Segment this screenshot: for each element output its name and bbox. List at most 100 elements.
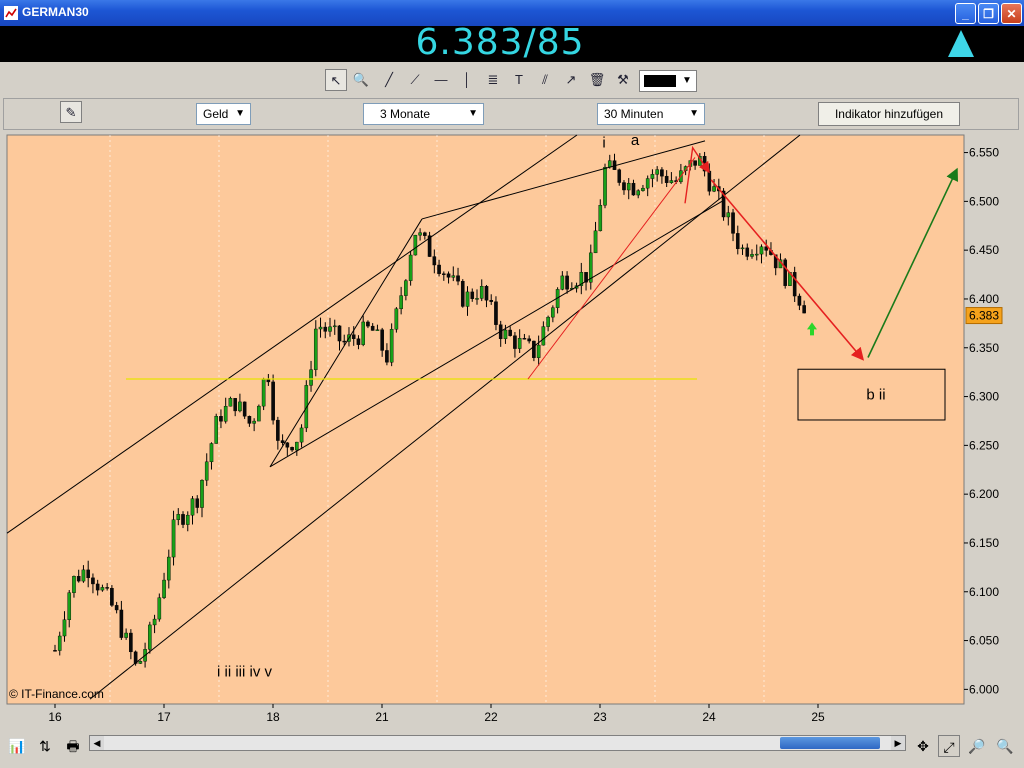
candle-body — [802, 305, 806, 314]
trash-icon[interactable]: 🗑 — [586, 69, 608, 91]
candle-body — [351, 334, 356, 339]
minimize-button[interactable]: _ — [955, 3, 976, 24]
candle-body — [712, 186, 716, 192]
candle-body — [238, 401, 242, 412]
candle-body — [223, 406, 228, 422]
candle-body — [280, 440, 285, 444]
candle-body — [166, 556, 171, 581]
candle-body — [650, 174, 655, 179]
trend-line-tool-icon[interactable]: ⟋ — [404, 69, 426, 91]
candle-body — [603, 167, 607, 206]
candle-body — [257, 405, 261, 422]
x-tick-label: 25 — [811, 710, 825, 724]
print-icon[interactable]: 🖶 — [62, 735, 84, 757]
candle-body — [247, 416, 252, 424]
tools-icon[interactable]: ⚒ — [612, 69, 634, 91]
candle-body — [437, 264, 441, 274]
candle-body — [759, 246, 764, 255]
zoom-out-icon[interactable]: 🔎 — [966, 735, 988, 757]
chart-scrollbar[interactable]: ◀ ▶ — [89, 735, 906, 751]
candle-body — [67, 592, 72, 620]
vertical-line-tool-icon[interactable]: │ — [456, 69, 478, 91]
chevron-down-icon: ▼ — [235, 108, 245, 119]
candle-body — [645, 178, 650, 189]
candle-body — [456, 275, 460, 282]
candle-body — [494, 301, 498, 325]
candle-body — [152, 618, 157, 626]
candle-body — [669, 180, 674, 183]
candle-body — [271, 381, 275, 421]
text-tool-icon[interactable]: T — [508, 69, 530, 91]
chart-settings-icon[interactable]: ✎ — [60, 101, 82, 123]
candle-body — [138, 661, 143, 664]
line-tool-icon[interactable]: ╱ — [378, 69, 400, 91]
drawing-toolbar: ↖ 🔍 ╱ ⟋ — │ ≣ T ⫽ ↗ 🗑 ⚒ — [0, 66, 1024, 98]
quote-price: 6.383/85 — [415, 22, 585, 63]
period-select[interactable]: 3 Monate ▼ — [363, 103, 484, 125]
candle-body — [783, 259, 787, 286]
candle-body — [290, 447, 294, 451]
candle-body — [532, 340, 536, 358]
chart-type-icon[interactable]: 📊 — [6, 735, 28, 757]
quote-bar: 6.383/85 — [0, 22, 1024, 63]
candle-body — [465, 291, 470, 307]
fibonacci-tool-icon[interactable]: ≣ — [482, 69, 504, 91]
close-button[interactable]: ✕ — [1001, 3, 1022, 24]
candle-body — [750, 254, 754, 257]
scrollbar-thumb[interactable] — [780, 737, 880, 749]
autoscale-icon[interactable]: ⤢ — [938, 735, 960, 757]
candle-body — [655, 169, 659, 175]
chevron-down-icon: ▼ — [468, 108, 478, 119]
pointer-tool-icon[interactable]: ↖ — [325, 69, 347, 91]
maximize-button[interactable]: ❐ — [978, 3, 999, 24]
y-tick-label: 6.000 — [969, 682, 999, 696]
candle-body — [522, 338, 527, 340]
zoom-tool-icon[interactable]: 🔍 — [350, 69, 372, 91]
candle-body — [299, 427, 304, 443]
pan-icon[interactable]: ✥ — [912, 735, 934, 757]
candle-body — [95, 583, 100, 591]
candle-body — [370, 325, 375, 331]
add-indicator-button[interactable]: Indikator hinzufügen — [818, 102, 960, 126]
y-tick-label: 6.400 — [969, 292, 999, 306]
wave-label-a: a — [631, 133, 640, 149]
price-type-select[interactable]: Geld ▼ — [196, 103, 251, 125]
candle-body — [276, 419, 280, 441]
candle-body — [233, 398, 237, 412]
channel-tool-icon[interactable]: ⫽ — [534, 69, 556, 91]
candle-body — [185, 514, 190, 525]
candle-body — [797, 295, 802, 306]
scroll-right-icon[interactable]: ▶ — [891, 736, 905, 750]
app-icon — [4, 6, 18, 20]
y-tick-label: 6.200 — [969, 487, 999, 501]
candle-body — [503, 329, 508, 339]
candle-body — [375, 329, 380, 331]
candle-body — [119, 609, 124, 638]
candle-body — [389, 329, 394, 363]
candle-body — [62, 619, 67, 637]
zoom-in-icon[interactable]: 🔍 — [994, 735, 1016, 757]
candle-body — [740, 247, 745, 250]
candle-body — [86, 569, 90, 579]
scroll-left-icon[interactable]: ◀ — [90, 736, 104, 750]
y-tick-label: 6.450 — [969, 243, 999, 257]
horizontal-line-tool-icon[interactable]: — — [430, 69, 452, 91]
candle-body — [513, 335, 517, 349]
candle-body — [342, 340, 347, 343]
candle-body — [309, 369, 313, 386]
candle-body — [404, 280, 408, 296]
arrow-tool-icon[interactable]: ↗ — [560, 69, 582, 91]
candle-body — [366, 321, 370, 327]
compare-icon[interactable]: ⇅ — [34, 735, 56, 757]
candle-body — [105, 587, 109, 589]
candle-body — [200, 479, 204, 508]
candle-body — [489, 300, 494, 302]
candle-body — [323, 326, 328, 332]
chart-area[interactable]: 6.550 6.500 6.450 6.400 6.350 6.300 6.250 6.200… — [0, 133, 1024, 731]
candle-body — [617, 169, 622, 183]
interval-select[interactable]: 30 Minuten ▼ — [597, 103, 705, 125]
color-picker[interactable]: ▼ — [639, 70, 697, 92]
candle-body — [190, 498, 195, 516]
candle-body — [560, 275, 565, 290]
price-chart[interactable]: 6.550 6.500 6.450 6.400 6.350 6.300 6.250 6.200… — [0, 133, 1024, 731]
